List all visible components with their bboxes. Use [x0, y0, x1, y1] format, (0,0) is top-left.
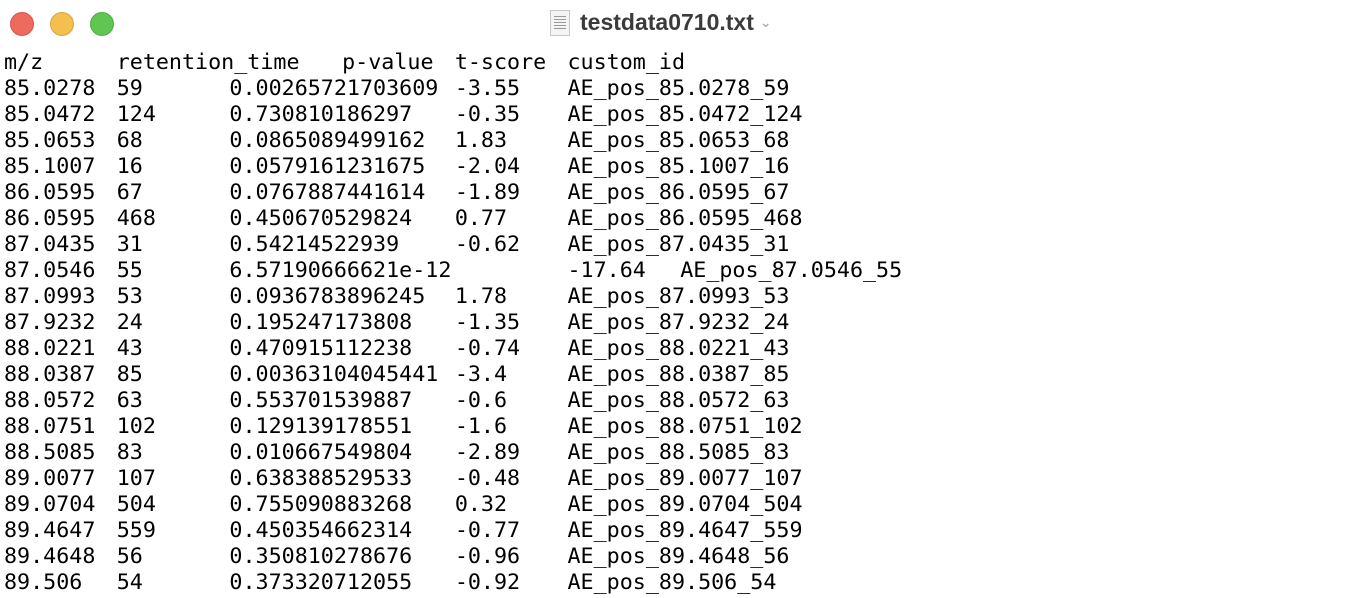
text-line: 89.4647 559 0.450354662314 -0.77 AE_pos_…: [4, 518, 803, 543]
text-line: 85.0653 68 0.0865089499162 1.83 AE_pos_8…: [4, 128, 790, 153]
text-line: 89.0077 107 0.638388529533 -0.48 AE_pos_…: [4, 466, 803, 491]
maximize-button[interactable]: [90, 12, 114, 36]
text-line: 88.0387 85 0.00363104045441 -3.4 AE_pos_…: [4, 362, 790, 387]
minimize-button[interactable]: [50, 12, 74, 36]
text-editor-content[interactable]: m/z retention_time p-value t-score custo…: [4, 50, 902, 596]
window-title[interactable]: testdata0710.txt ⌄: [550, 9, 772, 36]
text-line: 87.0435 31 0.54214522939 -0.62 AE_pos_87…: [4, 232, 790, 257]
text-line: 87.0993 53 0.0936783896245 1.78 AE_pos_8…: [4, 284, 790, 309]
text-line: 87.9232 24 0.195247173808 -1.35 AE_pos_8…: [4, 310, 790, 335]
text-line: 86.0595 67 0.0767887441614 -1.89 AE_pos_…: [4, 180, 790, 205]
text-line: 88.0572 63 0.553701539887 -0.6 AE_pos_88…: [4, 388, 790, 413]
text-line: 85.1007 16 0.0579161231675 -2.04 AE_pos_…: [4, 154, 790, 179]
window-titlebar[interactable]: testdata0710.txt ⌄: [0, 0, 1354, 46]
header-line: m/z retention_time p-value t-score custo…: [4, 50, 686, 75]
close-button[interactable]: [10, 12, 34, 36]
text-line: 88.5085 83 0.010667549804 -2.89 AE_pos_8…: [4, 440, 790, 465]
chevron-down-icon[interactable]: ⌄: [760, 14, 772, 31]
text-line: 89.0704 504 0.755090883268 0.32 AE_pos_8…: [4, 492, 803, 517]
document-icon: [550, 9, 570, 36]
text-line: 89.4648 56 0.350810278676 -0.96 AE_pos_8…: [4, 544, 790, 569]
text-line: 85.0278 59 0.00265721703609 -3.55 AE_pos…: [4, 76, 790, 101]
text-line: 89.506 54 0.373320712055 -0.92 AE_pos_89…: [4, 570, 777, 595]
text-line: 85.0472 124 0.730810186297 -0.35 AE_pos_…: [4, 102, 803, 127]
text-line: 86.0595 468 0.450670529824 0.77 AE_pos_8…: [4, 206, 803, 231]
text-line: 87.0546 55 6.57190666621e-12 -17.64 AE_p…: [4, 258, 903, 283]
text-line: 88.0751 102 0.129139178551 -1.6 AE_pos_8…: [4, 414, 803, 439]
window-title-text: testdata0710.txt: [580, 9, 754, 35]
text-line: 88.0221 43 0.470915112238 -0.74 AE_pos_8…: [4, 336, 790, 361]
